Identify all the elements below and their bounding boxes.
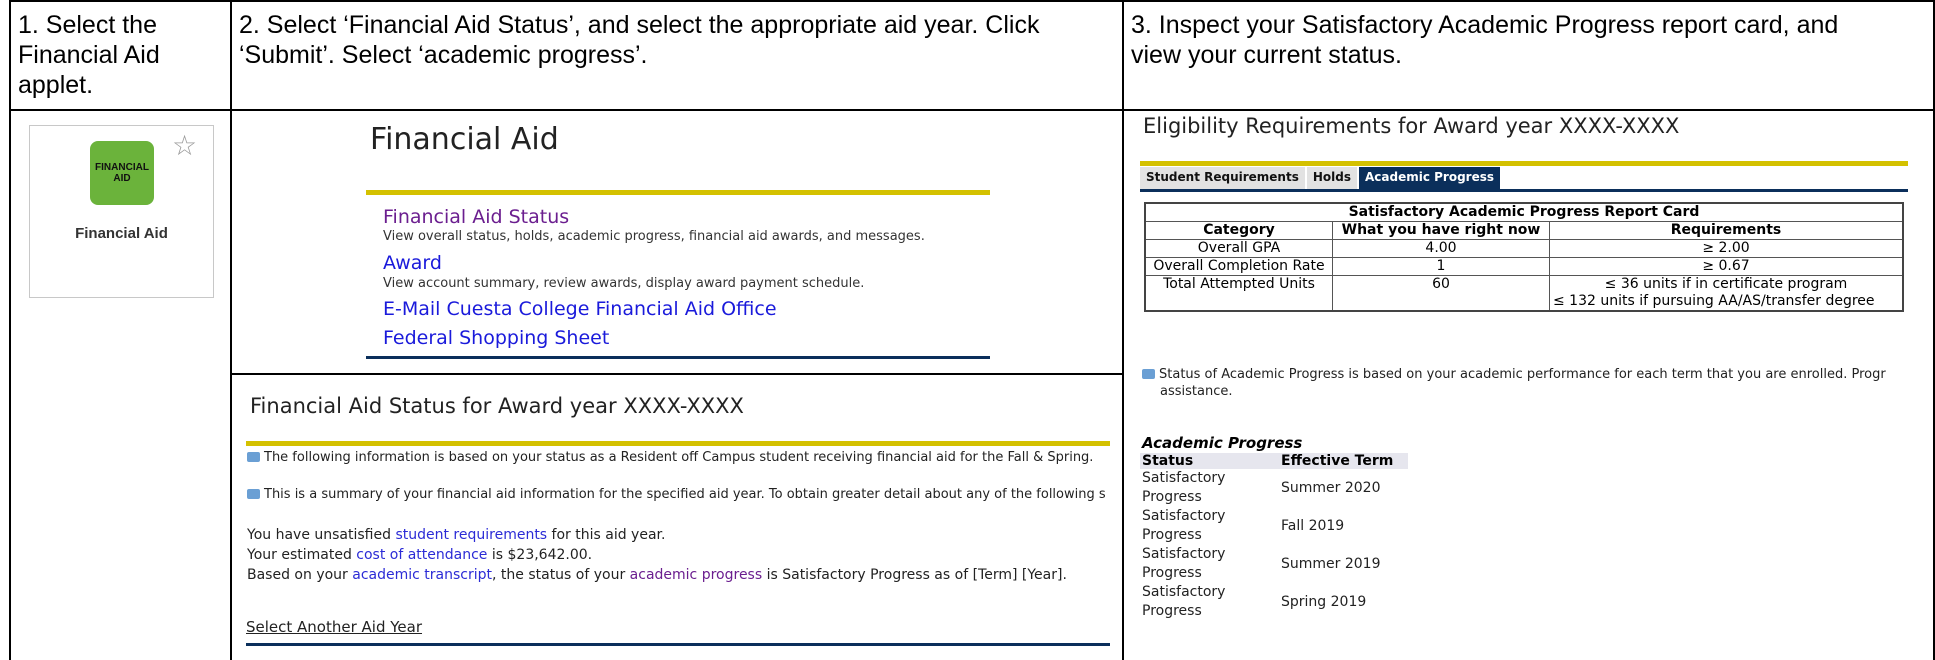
table-cell: 60 (1332, 275, 1550, 312)
navy-divider (246, 643, 1110, 646)
table-cell: Satisfactory Progress (1142, 546, 1226, 581)
logo-text: AID (113, 173, 131, 184)
table-cell: Fall 2019 (1281, 517, 1345, 534)
column-header: What you have right now (1332, 221, 1550, 240)
table-cell: ≤ 36 units if in certificate program ≤ 1… (1549, 275, 1904, 312)
table-row: Satisfactory Progress Spring 2019 (1140, 583, 1408, 621)
status-note: Status of Academic Progress is based on … (1142, 366, 1912, 400)
applet-name: Financial Aid (75, 225, 168, 242)
step-2-text: 2. Select ‘Financial Aid Status’, and se… (232, 2, 1122, 109)
message-icon (1142, 369, 1155, 379)
table-cell: 1 (1332, 257, 1550, 276)
info-note: This is a summary of your financial aid … (247, 487, 1106, 502)
grid-line (9, 109, 1935, 111)
financial-aid-status-link[interactable]: Financial Aid Status (383, 206, 569, 229)
gold-divider (1140, 161, 1908, 166)
text: Your estimated (247, 547, 357, 563)
info-note-text: This is a summary of your financial aid … (264, 487, 1106, 502)
financial-aid-applet[interactable]: FINANCIAL AID ☆ Financial Aid (29, 125, 214, 298)
text: for this aid year. (547, 527, 666, 543)
status-note-text: assistance. (1160, 384, 1233, 399)
progress-line: Based on your academic transcript, the s… (247, 567, 1067, 583)
gold-divider (366, 190, 990, 195)
navy-divider (1140, 189, 1908, 192)
menu-item-description: View overall status, holds, academic pro… (383, 229, 925, 244)
menu-item-description: View account summary, review awards, dis… (383, 276, 865, 291)
info-note: The following information is based on yo… (247, 450, 1093, 465)
star-outline-icon[interactable]: ☆ (172, 132, 197, 160)
academic-progress-link[interactable]: academic progress (630, 567, 762, 583)
federal-shopping-sheet-link[interactable]: Federal Shopping Sheet (383, 327, 609, 350)
step-text-line: 2. Select ‘Financial Aid Status’, and se… (239, 11, 1040, 39)
table-cell: Summer 2019 (1281, 555, 1381, 572)
step-text-line: applet. (18, 71, 94, 99)
table-cell: Overall GPA (1144, 239, 1333, 258)
academic-progress-title: Academic Progress (1142, 434, 1303, 452)
requirements-line: You have unsatisfied student requirement… (247, 527, 665, 543)
column-header: Category (1144, 221, 1333, 240)
table-row: Satisfactory Progress Fall 2019 (1140, 507, 1408, 545)
tab-student-requirements[interactable]: Student Requirements (1140, 167, 1305, 189)
student-requirements-link[interactable]: student requirements (395, 527, 547, 543)
table-cell: Summer 2020 (1281, 479, 1381, 496)
tab-holds[interactable]: Holds (1306, 167, 1357, 189)
grid-line (230, 373, 1123, 375)
award-link[interactable]: Award (383, 252, 442, 275)
table-cell: Satisfactory Progress (1142, 470, 1226, 505)
step-text-line: 1. Select the (18, 11, 157, 39)
step-3-text: 3. Inspect your Satisfactory Academic Pr… (1124, 2, 1933, 109)
table-cell: Overall Completion Rate (1144, 257, 1333, 276)
tab-academic-progress[interactable]: Academic Progress (1359, 167, 1501, 189)
message-icon (247, 452, 260, 462)
cost-of-attendance-link[interactable]: cost of attendance (356, 547, 487, 563)
status-note-text: Status of Academic Progress is based on … (1159, 367, 1886, 382)
table-cell: ≥ 2.00 (1549, 239, 1904, 258)
text: Based on your (247, 567, 353, 583)
text: , the status of your (492, 567, 630, 583)
step-text-line: Financial Aid (18, 41, 160, 69)
message-icon (247, 489, 260, 499)
column-header: Requirements (1549, 221, 1904, 240)
table-cell: Satisfactory Progress (1142, 508, 1226, 543)
cost-line: Your estimated cost of attendance is $23… (247, 547, 592, 563)
table-row: Satisfactory Progress Summer 2019 (1140, 545, 1408, 583)
report-card-table: Satisfactory Academic Progress Report Ca… (1144, 202, 1904, 312)
table-cell: Spring 2019 (1281, 593, 1367, 610)
financial-aid-title: Financial Aid (370, 122, 559, 157)
academic-progress-table: Status Effective Term Satisfactory Progr… (1140, 453, 1408, 621)
table-row: Total Attempted Units 60 ≤ 36 units if i… (1144, 275, 1904, 312)
select-another-aid-year-link[interactable]: Select Another Aid Year (246, 618, 422, 636)
column-header: Effective Term (1279, 453, 1408, 469)
table-row: Overall Completion Rate 1 ≥ 0.67 (1144, 257, 1904, 276)
email-office-link[interactable]: E-Mail Cuesta College Financial Aid Offi… (383, 298, 777, 321)
navy-divider (366, 356, 990, 359)
table-cell: ≥ 0.67 (1549, 257, 1904, 276)
report-card-caption: Satisfactory Academic Progress Report Ca… (1144, 202, 1904, 222)
academic-transcript-link[interactable]: academic transcript (352, 567, 492, 583)
financial-aid-status-title: Financial Aid Status for Award year XXXX… (250, 394, 744, 418)
requirement-line: ≤ 132 units if pursuing AA/AS/transfer d… (1553, 293, 1875, 309)
step-text-line: ‘Submit’. Select ‘academic progress’. (239, 41, 648, 69)
table-cell: 4.00 (1332, 239, 1550, 258)
requirement-line: ≤ 36 units if in certificate program (1604, 276, 1848, 292)
column-header: Status (1140, 453, 1279, 469)
step-text-line: 3. Inspect your Satisfactory Academic Pr… (1131, 11, 1839, 39)
financial-aid-logo: FINANCIAL AID (90, 141, 154, 205)
info-note-text: The following information is based on yo… (264, 450, 1094, 465)
table-row: Overall GPA 4.00 ≥ 2.00 (1144, 239, 1904, 258)
table-cell: Satisfactory Progress (1142, 584, 1226, 619)
text: is $23,642.00. (487, 547, 593, 563)
gold-divider (246, 441, 1110, 446)
table-row: Satisfactory Progress Summer 2020 (1140, 469, 1408, 507)
logo-text: FINANCIAL (95, 162, 149, 173)
step-1-text: 1. Select the Financial Aid applet. (11, 2, 230, 109)
step-text-line: view your current status. (1131, 41, 1402, 69)
text: You have unsatisfied (247, 527, 396, 543)
table-cell: Total Attempted Units (1144, 275, 1333, 312)
eligibility-title: Eligibility Requirements for Award year … (1143, 114, 1680, 138)
text: is Satisfactory Progress as of [Term] [Y… (762, 567, 1067, 583)
tab-bar: Student Requirements Holds Academic Prog… (1140, 167, 1502, 189)
